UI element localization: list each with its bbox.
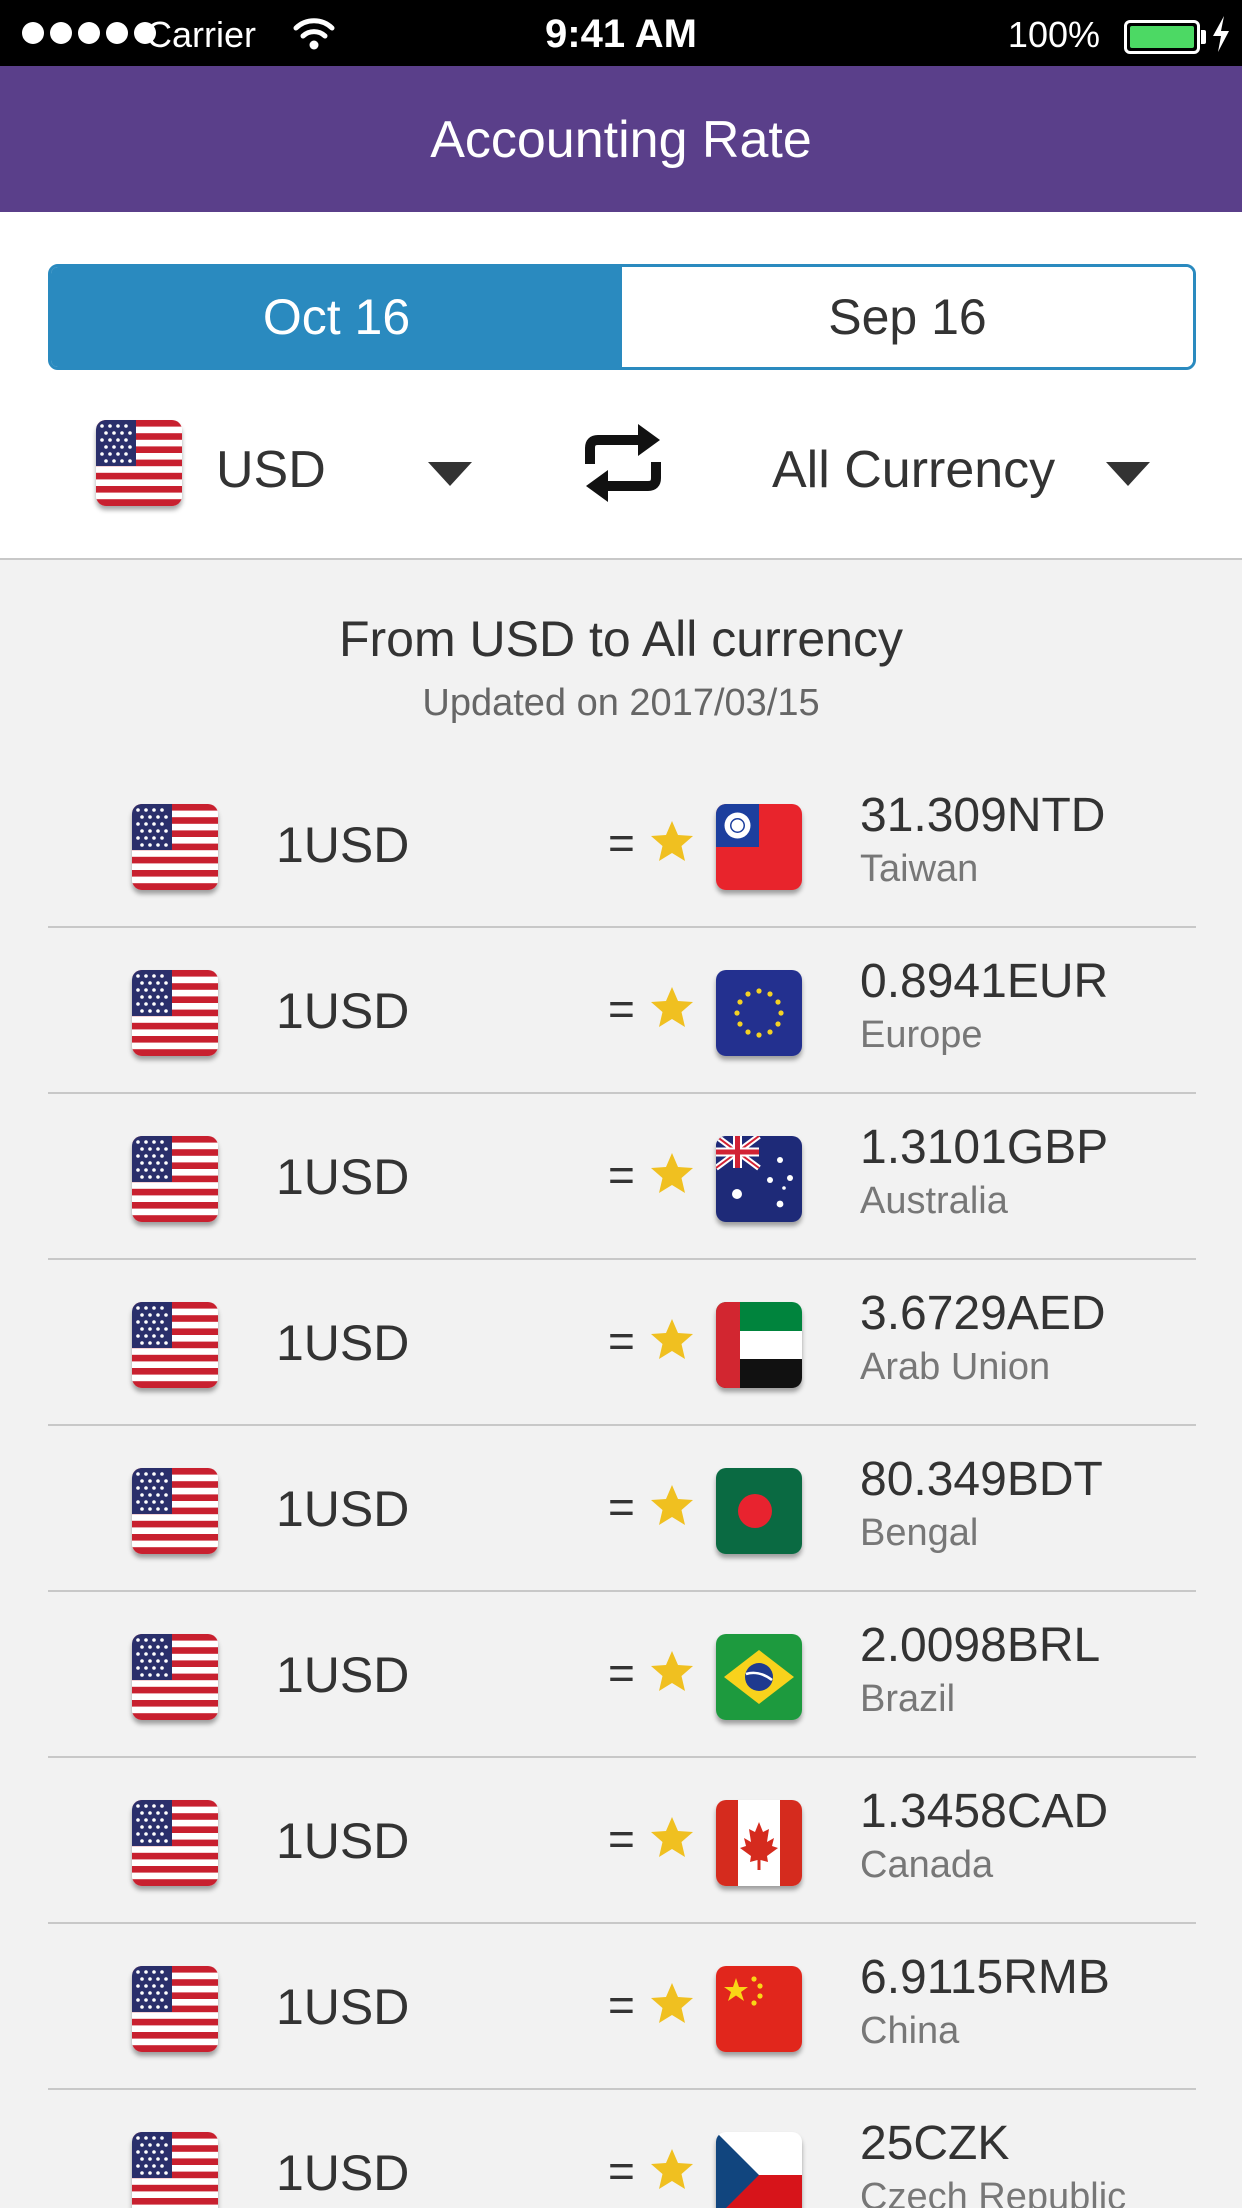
taiwan-flag-icon xyxy=(716,804,802,890)
us-flag-icon xyxy=(132,1634,218,1720)
equals-sign: = xyxy=(608,983,635,1035)
favorite-star-icon[interactable] xyxy=(648,1150,696,1198)
from-currency-label[interactable]: USD xyxy=(216,440,326,500)
china-flag-icon xyxy=(716,1966,802,2052)
source-amount: 1USD xyxy=(276,1149,410,1205)
target-rate: 25CZK xyxy=(860,2117,1010,2170)
equals-sign: = xyxy=(608,1149,635,1201)
segment-sep-16[interactable]: Sep 16 xyxy=(622,267,1193,367)
target-rate: 80.349BDT xyxy=(860,1453,1103,1506)
rate-row-china[interactable]: 1USD = 6.9115RMB China xyxy=(48,1924,1196,2090)
source-amount: 1USD xyxy=(276,1647,410,1703)
target-rate: 3.6729AED xyxy=(860,1287,1106,1340)
segment-oct-16[interactable]: Oct 16 xyxy=(51,267,622,367)
favorite-star-icon[interactable] xyxy=(648,1482,696,1530)
updated-date: Updated on 2017/03/15 xyxy=(422,682,820,724)
equals-sign: = xyxy=(608,1813,635,1865)
rate-row-taiwan[interactable]: 1USD = 31.309NTD Taiwan xyxy=(48,762,1196,928)
us-flag-icon xyxy=(132,970,218,1056)
favorite-star-icon[interactable] xyxy=(648,818,696,866)
charging-bolt-icon xyxy=(1213,16,1229,52)
us-flag-icon xyxy=(132,1966,218,2052)
us-flag-icon xyxy=(132,1468,218,1554)
source-amount: 1USD xyxy=(276,817,410,873)
source-amount: 1USD xyxy=(276,983,410,1039)
target-country: China xyxy=(860,2010,960,2052)
target-country: Australia xyxy=(860,1180,1008,1222)
target-country: Taiwan xyxy=(860,848,979,890)
navigation-bar: Accounting Rate xyxy=(0,66,1242,212)
equals-sign: = xyxy=(608,1647,635,1699)
us-flag-icon[interactable] xyxy=(96,420,182,506)
us-flag-icon xyxy=(132,1302,218,1388)
equals-sign: = xyxy=(608,1481,635,1533)
target-country: Czech Republic xyxy=(860,2176,1127,2208)
rate-row-bengal[interactable]: 1USD = 80.349BDT Bengal xyxy=(48,1426,1196,1592)
favorite-star-icon[interactable] xyxy=(648,1980,696,2028)
favorite-star-icon[interactable] xyxy=(648,1814,696,1862)
target-rate: 6.9115RMB xyxy=(860,1951,1110,2004)
target-country: Bengal xyxy=(860,1512,979,1554)
status-bar: Carrier 9:41 AM 100% xyxy=(0,0,1242,66)
source-amount: 1USD xyxy=(276,2145,410,2201)
converter-controls: Oct 16 Sep 16 USD All Currency xyxy=(0,212,1242,560)
month-segmented-control: Oct 16 Sep 16 xyxy=(48,264,1196,370)
rate-list: 1USD = 31.309NTD Taiwan 1USD = 0.8941EUR… xyxy=(48,762,1196,2208)
source-amount: 1USD xyxy=(276,1979,410,2035)
battery-percent: 100% xyxy=(1007,14,1100,55)
source-amount: 1USD xyxy=(276,1481,410,1537)
equals-sign: = xyxy=(608,1979,635,2031)
to-currency-dropdown-icon[interactable] xyxy=(1106,462,1150,486)
eu-flag-icon xyxy=(716,970,802,1056)
target-rate: 0.8941EUR xyxy=(860,955,1109,1008)
equals-sign: = xyxy=(608,817,635,869)
us-flag-icon xyxy=(132,804,218,890)
equals-sign: = xyxy=(608,1315,635,1367)
rate-row-brazil[interactable]: 1USD = 2.0098BRL Brazil xyxy=(48,1592,1196,1758)
battery-icon xyxy=(1124,20,1200,54)
rate-row-europe[interactable]: 1USD = 0.8941EUR Europe xyxy=(48,928,1196,1094)
czech-flag-icon xyxy=(716,2132,802,2208)
favorite-star-icon[interactable] xyxy=(648,2146,696,2194)
target-rate: 1.3458CAD xyxy=(860,1785,1109,1838)
swap-arrows-icon[interactable] xyxy=(578,420,668,506)
us-flag-icon xyxy=(132,2132,218,2208)
favorite-star-icon[interactable] xyxy=(648,984,696,1032)
favorite-star-icon[interactable] xyxy=(648,1648,696,1696)
target-rate: 2.0098BRL xyxy=(860,1619,1101,1672)
target-country: Brazil xyxy=(860,1678,956,1720)
source-amount: 1USD xyxy=(276,1813,410,1869)
rate-row-arab-union[interactable]: 1USD = 3.6729AED Arab Union xyxy=(48,1260,1196,1426)
us-flag-icon xyxy=(132,1136,218,1222)
canada-flag-icon xyxy=(716,1800,802,1886)
favorite-star-icon[interactable] xyxy=(648,1316,696,1364)
page-title: Accounting Rate xyxy=(430,111,812,169)
conversion-summary-title: From USD to All currency xyxy=(338,611,903,667)
target-country: Canada xyxy=(860,1844,994,1886)
source-amount: 1USD xyxy=(276,1315,410,1371)
us-flag-icon xyxy=(132,1800,218,1886)
to-currency-label[interactable]: All Currency xyxy=(772,440,1055,500)
target-country: Europe xyxy=(860,1014,983,1056)
uae-flag-icon xyxy=(716,1302,802,1388)
bangladesh-flag-icon xyxy=(716,1468,802,1554)
battery-tip xyxy=(1201,30,1206,44)
australia-flag-icon xyxy=(716,1136,802,1222)
target-country: Arab Union xyxy=(860,1346,1051,1388)
from-currency-dropdown-icon[interactable] xyxy=(428,462,472,486)
rate-row-australia[interactable]: 1USD = 1.3101GBP Australia xyxy=(48,1094,1196,1260)
rate-row-czech-republic[interactable]: 1USD = 25CZK Czech Republic xyxy=(48,2090,1196,2208)
target-rate: 31.309NTD xyxy=(860,789,1106,842)
target-rate: 1.3101GBP xyxy=(860,1121,1109,1174)
rate-row-canada[interactable]: 1USD = 1.3458CAD Canada xyxy=(48,1758,1196,1924)
equals-sign: = xyxy=(608,2145,635,2197)
brazil-flag-icon xyxy=(716,1634,802,1720)
